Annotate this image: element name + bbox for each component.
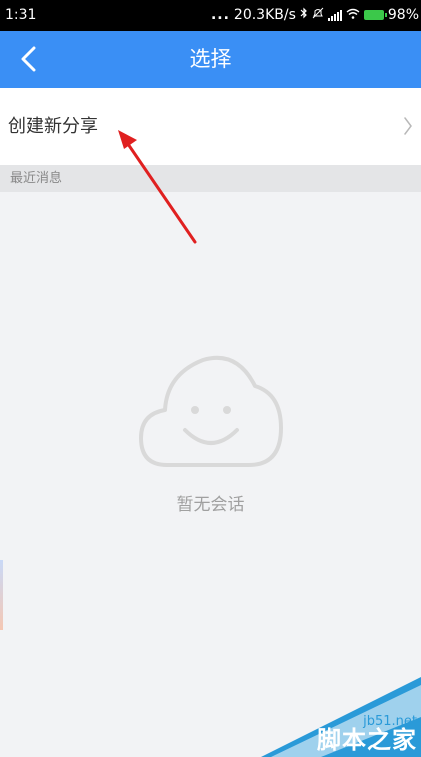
left-edge-strip (0, 560, 3, 630)
create-share-label: 创建新分享 (8, 116, 98, 137)
screen: 1:31 ... 20.3KB/s 98% 选择 创建新分享 最近消息 暂无会话… (0, 0, 421, 757)
status-time: 1:31 (5, 7, 37, 23)
mute-icon (312, 7, 324, 23)
create-share-row[interactable]: 创建新分享 (0, 88, 421, 165)
battery-percent: 98% (387, 7, 419, 23)
wifi-icon (346, 7, 360, 23)
title-bar: 选择 (0, 31, 421, 88)
recent-messages-header: 最近消息 (0, 165, 421, 192)
notification-dots: ... (210, 7, 230, 23)
network-speed: 20.3KB/s (233, 7, 296, 23)
bluetooth-icon (300, 7, 308, 23)
empty-state-text: 暂无会话 (176, 495, 245, 515)
chevron-right-icon (404, 117, 412, 135)
cloud-smile-icon (139, 355, 283, 467)
watermark-brand: 脚本之家 (317, 726, 417, 754)
watermark: jb51.net 脚本之家 (261, 677, 421, 757)
status-bar: 1:31 ... 20.3KB/s 98% (0, 0, 421, 31)
annotation-arrow (118, 130, 197, 244)
signal-icon (327, 9, 342, 21)
battery-icon (363, 10, 387, 20)
status-indicators: ... 20.3KB/s 98% (211, 7, 419, 23)
recent-messages-label: 最近消息 (10, 171, 63, 186)
page-title: 选择 (189, 47, 232, 71)
